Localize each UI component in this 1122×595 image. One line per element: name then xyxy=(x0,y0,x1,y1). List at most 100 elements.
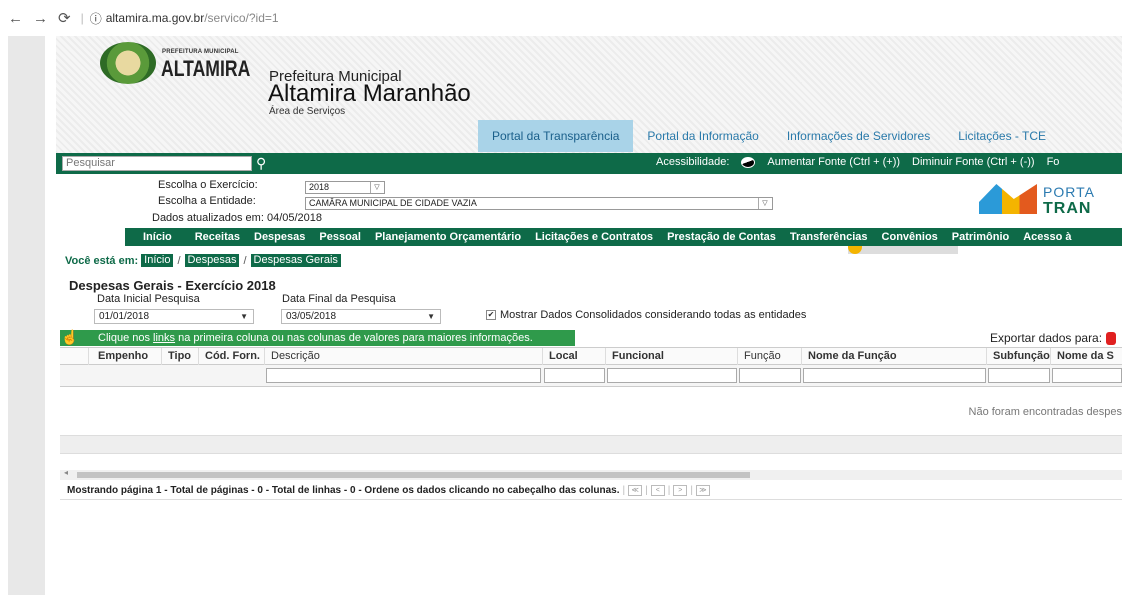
filter-local-input[interactable] xyxy=(544,368,605,383)
info-text-pre: Clique nos xyxy=(98,332,154,344)
chevron-down-icon: ▽ xyxy=(758,198,771,209)
consolidado-checkbox[interactable]: ✔ xyxy=(486,310,496,320)
col-nome-subfuncao[interactable]: Nome da S xyxy=(1051,348,1122,366)
coat-of-arms-logo xyxy=(100,42,156,84)
top-tabs: Portal da Transparência Portal da Inform… xyxy=(478,120,1060,152)
grid-filter-row xyxy=(60,365,1122,387)
prev-page-icon[interactable]: < xyxy=(650,485,665,496)
accessibility-bar: Acessibilidade: Aumentar Fonte (Ctrl + (… xyxy=(656,156,1059,168)
filter-funcional-input[interactable] xyxy=(607,368,737,383)
grid-footer xyxy=(60,436,1122,454)
address-bar[interactable]: altamira.ma.gov.br/servico/?id=1 xyxy=(106,11,279,25)
filter-nome-funcao-input[interactable] xyxy=(803,368,986,383)
breadcrumb-despesas-gerais[interactable]: Despesas Gerais xyxy=(250,254,341,267)
data-final-label: Data Final da Pesquisa xyxy=(282,293,396,305)
chevron-down-icon: ▼ xyxy=(427,312,435,321)
reload-icon[interactable]: ⟳ xyxy=(58,9,71,27)
menu-pessoal[interactable]: Pessoal xyxy=(312,231,368,243)
increase-font-link[interactable]: Aumentar Fonte (Ctrl + (+)) xyxy=(767,156,900,168)
scroll-left-icon[interactable]: ◂ xyxy=(64,468,68,477)
exercicio-value: 2018 xyxy=(309,182,330,192)
col-cod-forn[interactable]: Cód. Forn. xyxy=(199,348,265,366)
breadcrumb: Você está em: Início / Despesas / Despes… xyxy=(65,254,341,267)
info-link[interactable]: links xyxy=(153,332,175,344)
col-nome-funcao[interactable]: Nome da Função xyxy=(802,348,987,366)
menu-prestacao-contas[interactable]: Prestação de Contas xyxy=(660,231,783,243)
logo-subtitle: PREFEITURA MUNICIPAL xyxy=(162,49,239,55)
menu-transferencias[interactable]: Transferências xyxy=(783,231,875,243)
divider xyxy=(60,499,1122,500)
menu-licitacoes[interactable]: Licitações e Contratos xyxy=(528,231,660,243)
breadcrumb-despesas[interactable]: Despesas xyxy=(184,254,240,267)
tab-licitacoes-tce[interactable]: Licitações - TCE xyxy=(944,120,1060,152)
col-tipo[interactable]: Tipo xyxy=(162,348,199,366)
first-page-icon[interactable]: ≪ xyxy=(628,485,643,496)
horizontal-scrollbar[interactable]: ◂ xyxy=(60,468,1122,480)
col-local[interactable]: Local xyxy=(543,348,606,366)
col-descricao[interactable]: Descrição xyxy=(265,348,543,366)
forward-arrow-icon[interactable]: → xyxy=(33,10,48,27)
exercicio-label: Escolha o Exercício: xyxy=(158,179,258,191)
info-icon[interactable]: ⓘ xyxy=(90,10,102,27)
filter-subfuncao-input[interactable] xyxy=(988,368,1050,383)
breadcrumb-prefix: Você está em: xyxy=(65,254,139,267)
data-final-select[interactable]: 03/05/2018 ▼ xyxy=(281,309,441,324)
menu-convenios[interactable]: Convênios xyxy=(875,231,945,243)
col-empenho[interactable]: Empenho xyxy=(89,348,162,366)
toolbar: Pesquisar ⚲ Acessibilidade: Aumentar Fon… xyxy=(56,153,1122,174)
last-page-icon[interactable]: ≫ xyxy=(695,485,710,496)
breadcrumb-inicio[interactable]: Início xyxy=(141,254,174,267)
next-page-icon[interactable]: > xyxy=(673,485,688,496)
data-grid: Empenho Tipo Cód. Forn. Descrição Local … xyxy=(60,347,1122,454)
pager-divider: | xyxy=(667,485,671,496)
export-label: Exportar dados para: xyxy=(990,331,1103,345)
filter-nome-subfuncao-input[interactable] xyxy=(1052,368,1122,383)
logo-title: ALTAMIRA xyxy=(161,56,251,81)
chevron-down-icon: ▽ xyxy=(370,182,383,193)
data-inicial-label: Data Inicial Pesquisa xyxy=(97,293,200,305)
header-area: Área de Serviços xyxy=(269,106,346,117)
filter-funcao-input[interactable] xyxy=(739,368,801,383)
search-input[interactable]: Pesquisar xyxy=(62,156,252,171)
menu-despesas[interactable]: Despesas xyxy=(247,231,312,243)
breadcrumb-separator: / xyxy=(177,254,181,267)
col-funcional[interactable]: Funcional xyxy=(606,348,738,366)
info-bar: Clique nos links na primeira coluna ou n… xyxy=(60,330,575,346)
menu-acesso[interactable]: Acesso à xyxy=(1016,231,1078,243)
entidade-select[interactable]: CAMÂRA MUNICIPAL DE CIDADE VAZIA ▽ xyxy=(305,197,773,210)
col-funcao[interactable]: Função xyxy=(738,348,802,366)
people-figures-icon xyxy=(979,184,1037,214)
col-subfuncao[interactable]: Subfunção xyxy=(987,348,1051,366)
truncated-link[interactable]: Fo xyxy=(1047,156,1060,168)
consolidado-label: Mostrar Dados Consolidados considerando … xyxy=(500,309,807,321)
updated-text: Dados atualizados em: 04/05/2018 xyxy=(152,212,323,224)
menu-planejamento[interactable]: Planejamento Orçamentário xyxy=(368,231,528,243)
consolidado-option[interactable]: ✔ Mostrar Dados Consolidados considerand… xyxy=(486,309,806,321)
portal-logo-line1: PORTA xyxy=(1043,184,1095,200)
decrease-font-link[interactable]: Diminuir Fonte (Ctrl + (-)) xyxy=(912,156,1035,168)
accessibility-label: Acessibilidade: xyxy=(656,156,730,168)
url-path: /servico/?id=1 xyxy=(204,11,279,25)
contrast-icon[interactable] xyxy=(741,156,756,168)
grid-body: Não foram encontradas despes xyxy=(60,387,1122,436)
portal-transparencia-logo: PORTA TRAN xyxy=(979,180,1109,220)
empty-message: Não foram encontradas despes xyxy=(968,406,1122,418)
pager-divider: | xyxy=(645,485,648,496)
data-final-value: 03/05/2018 xyxy=(286,311,337,322)
filter-descricao-input[interactable] xyxy=(266,368,541,383)
search-icon[interactable]: ⚲ xyxy=(256,155,266,172)
exercicio-select[interactable]: 2018 ▽ xyxy=(305,181,385,194)
tab-portal-informacao[interactable]: Portal da Informação xyxy=(633,120,772,152)
filters-panel: Escolha o Exercício: 2018 ▽ Escolha a Ent… xyxy=(56,174,1122,236)
info-access-logo xyxy=(848,246,958,254)
data-inicial-select[interactable]: 01/01/2018 ▼ xyxy=(94,309,254,324)
export-pdf-button[interactable] xyxy=(1106,332,1117,346)
export-area: Exportar dados para: xyxy=(990,331,1117,346)
tab-portal-transparencia[interactable]: Portal da Transparência xyxy=(478,120,634,152)
menu-receitas[interactable]: Receitas xyxy=(188,231,247,243)
back-arrow-icon[interactable]: ← xyxy=(8,10,23,27)
scrollbar-thumb[interactable] xyxy=(77,472,750,478)
menu-inicio[interactable]: Início xyxy=(125,231,188,243)
tab-informacoes-servidores[interactable]: Informações de Servidores xyxy=(773,120,944,152)
menu-patrimonio[interactable]: Patrimônio xyxy=(945,231,1016,243)
